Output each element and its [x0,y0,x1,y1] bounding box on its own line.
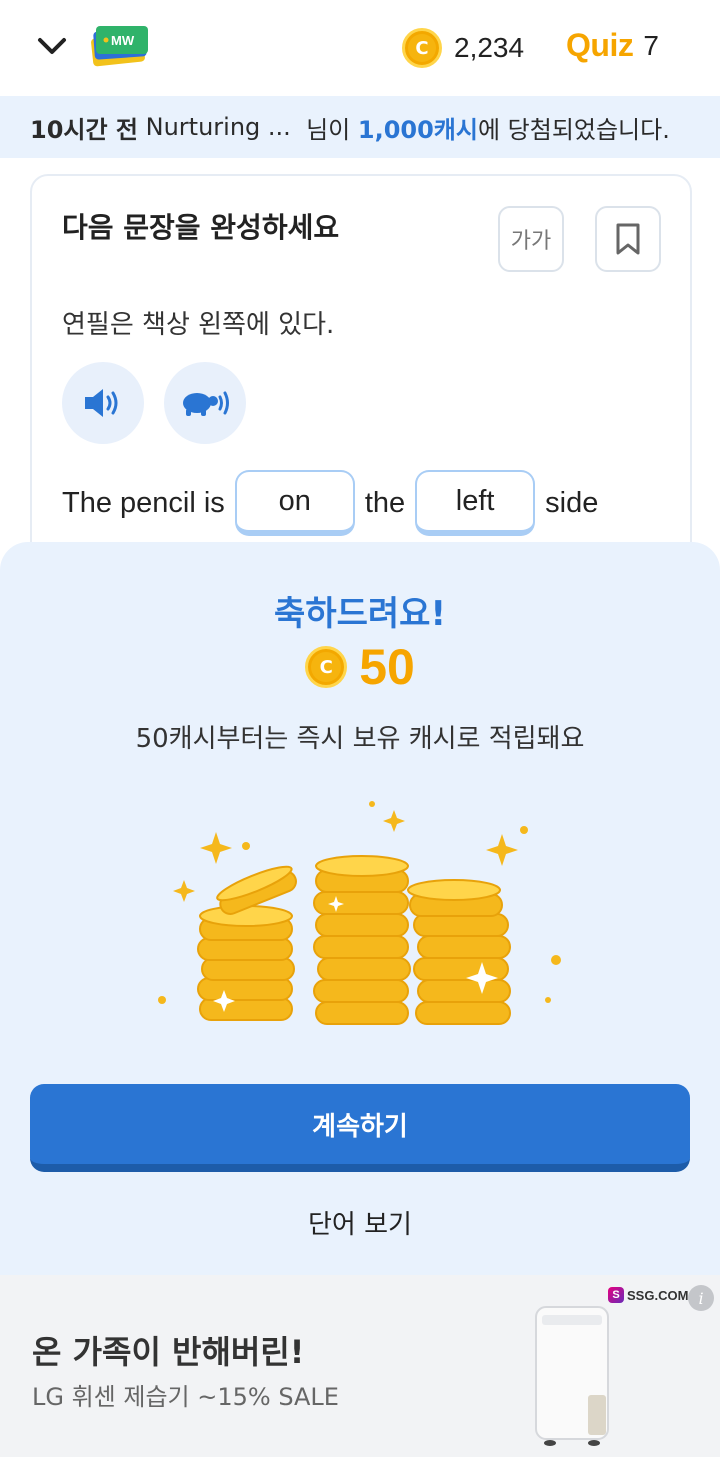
sentence-part: side [545,486,599,519]
info-icon[interactable]: i [688,1285,714,1311]
speaker-icon [85,389,118,417]
ticker-user: Nurturing ... [145,113,291,141]
logo-text: MW [111,33,135,48]
ticker-amount: 1,000캐시 [357,115,478,144]
ad-subtitle: LG 휘센 제습기 ~15% SALE [32,1383,339,1411]
quiz-counter[interactable]: Quiz 7 [566,27,659,64]
reward-sheet: 축하드려요! C 50 50캐시부터는 즉시 보유 캐시로 적립돼요 계속하기 … [0,542,720,1275]
font-size-button[interactable]: 가가 [498,206,564,272]
app-logo[interactable]: MW [90,24,152,68]
dehumidifier-image [535,1306,609,1446]
top-bar: MW C 2,234 Quiz 7 [0,0,720,96]
chevron-down-icon[interactable] [36,30,68,62]
continue-button[interactable]: 계속하기 [30,1084,690,1172]
reward-description: 50캐시부터는 즉시 보유 캐시로 적립돼요 [135,724,585,754]
congrats-title: 축하드려요! [274,594,446,634]
sentence-part: the [364,486,406,519]
bookmark-button[interactable] [595,206,661,272]
winner-ticker: 10시간 전 Nurturing ... 님이 1,000캐시 에 당첨되었습니다… [0,96,720,158]
sentence-part: The pencil is [62,486,225,519]
coin-balance[interactable]: C 2,234 [402,28,524,68]
coin-icon: C [305,646,348,688]
question-title: 다음 문장을 완성하세요 [62,211,340,244]
play-slow-audio-button[interactable] [164,362,246,444]
bookmark-icon [616,223,640,255]
answer-blank-1[interactable]: on [234,470,355,536]
english-sentence: The pencil is on the left side [62,470,598,536]
ad-banner[interactable]: 온 가족이 반해버린! LG 휘센 제습기 ~15% SALE S SSG.CO… [0,1275,720,1457]
turtle-icon [183,391,229,416]
ad-brand: S SSG.COM [608,1287,688,1303]
coin-count: 2,234 [454,32,525,63]
ad-title: 온 가족이 반해버린! [32,1333,305,1371]
ad-brand-label: SSG.COM [627,1287,689,1303]
reward-amount: C 50 [0,638,720,696]
question-card: 다음 문장을 완성하세요 가가 연필은 책상 왼쪽에 있다. The penci… [30,174,692,594]
ticker-tail: 에 당첨되었습니다. [477,115,670,144]
answer-blank-2[interactable]: left [415,470,536,536]
ticker-time: 10시간 전 [30,115,138,144]
korean-sentence: 연필은 책상 왼쪽에 있다. [62,310,335,340]
reward-value: 50 [359,639,415,695]
coin-stacks-illustration [158,801,561,1025]
play-audio-button[interactable] [62,362,144,444]
quiz-logo: Quiz [566,27,634,63]
coin-icon: C [402,28,442,68]
ticker-mid: 님이 [306,115,351,144]
view-words-link[interactable]: 단어 보기 [0,1204,720,1241]
quiz-count: 7 [643,29,659,61]
